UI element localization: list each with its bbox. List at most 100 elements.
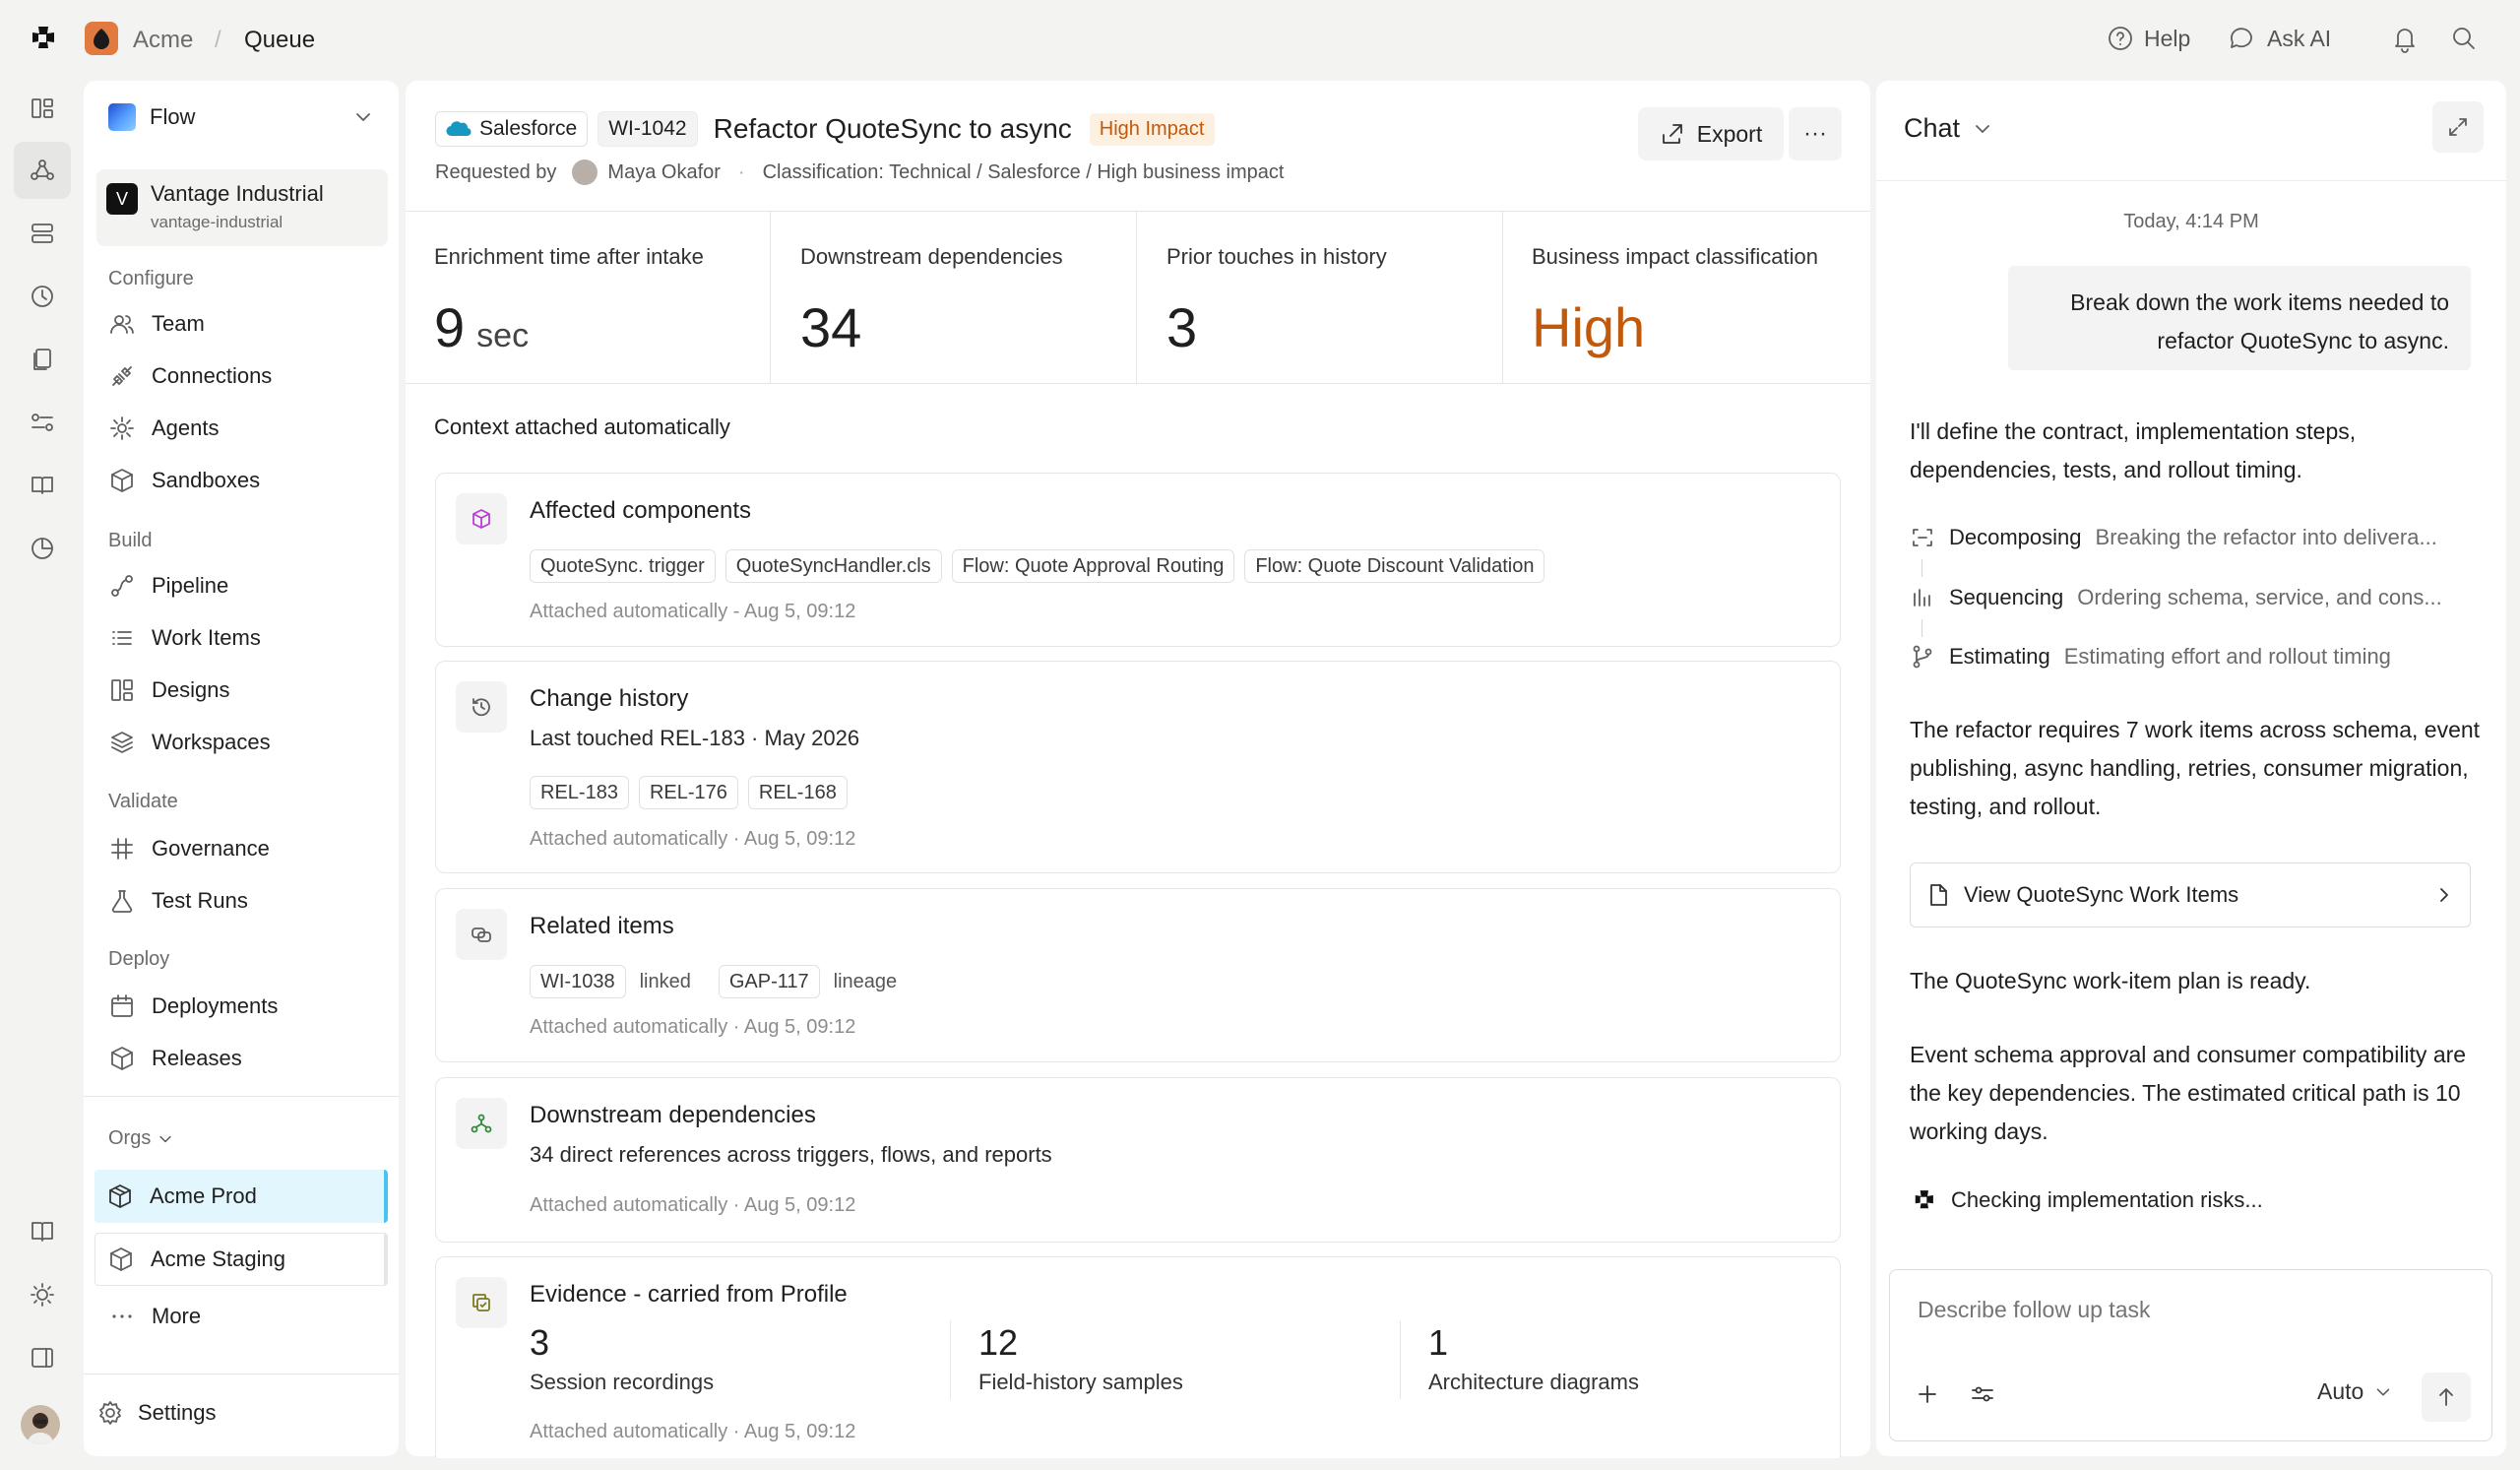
flow-selector[interactable]: Flow [96,96,386,138]
chevron-down-icon [356,113,370,121]
sidebar-item-connections[interactable]: Connections [96,353,382,399]
source-chip[interactable]: Salesforce [435,111,589,147]
org-item-acme-staging[interactable]: Acme Staging [94,1233,388,1286]
list-icon [112,631,132,645]
chat-title-dropdown[interactable]: Chat [1904,113,1993,144]
more-options-button[interactable]: ··· [1789,107,1842,160]
metric-impact: High [1532,296,1646,358]
calendar-icon [111,994,133,1017]
breadcrumb-current[interactable]: Queue [244,27,315,54]
release-chip[interactable]: REL-168 [747,776,848,809]
divider [1136,211,1137,383]
component-chip[interactable]: QuoteSync. trigger [530,549,716,583]
requester-name[interactable]: Maya Okafor [607,161,720,184]
sidebar-item-workspaces[interactable]: Workspaces [96,720,382,765]
evidence-copy-icon [456,1277,507,1328]
card-evidence: Evidence - carried from Profile 3 Sessio… [435,1256,1841,1458]
sidebar-item-more[interactable]: More [96,1294,382,1339]
rail-book-icon[interactable] [26,469,59,502]
rail-servers-icon[interactable] [26,217,59,250]
follow-up-input[interactable] [1918,1290,2469,1329]
card-related-items: Related items WI-1038 linked GAP-117 lin… [435,888,1841,1062]
metric-downstream: 34 [800,296,862,358]
divider [406,211,1870,212]
nav-section-build: Build [108,530,153,551]
rail-flow-icon[interactable] [14,142,71,199]
rail-history-icon[interactable] [26,280,59,313]
search-icon[interactable] [2450,25,2478,52]
org-item-acme-prod[interactable]: Acme Prod [94,1170,388,1223]
user-avatar[interactable] [21,1405,60,1444]
workspace-name: Vantage Industrial [151,181,324,206]
component-chip[interactable]: Flow: Quote Discount Validation [1244,549,1545,583]
arrow-up-icon [2439,1388,2453,1406]
sidebar-item-deployments[interactable]: Deployments [96,984,382,1029]
component-chips: QuoteSync. trigger QuoteSyncHandler.cls … [530,549,1545,583]
attached-meta: Attached automatically · Aug 5, 09:12 [530,828,856,850]
impact-badge: High Impact [1089,112,1215,146]
rail-settings-list-icon[interactable] [26,406,59,439]
related-chip[interactable]: WI-1038 [530,965,626,998]
sidebar-item-work-items[interactable]: Work Items [96,615,382,661]
workspace-initial-badge: V [106,183,138,215]
cube-icon [111,469,133,492]
sidebar-item-team[interactable]: Team [96,301,382,347]
breadcrumb-org[interactable]: Acme [133,27,193,54]
metric-prior-touches: 3 [1166,296,1198,358]
settings-button[interactable]: Settings [96,1390,217,1436]
chevron-right-icon [2440,888,2448,902]
request-meta: Requested by Maya Okafor · Classificatio… [435,160,1284,185]
related-chip[interactable]: GAP-117 [718,965,820,998]
pipeline-icon [111,575,133,597]
rail-theme-icon[interactable] [26,1278,59,1311]
app-logo-icon[interactable] [26,22,59,55]
org-avatar-icon[interactable] [85,22,118,55]
help-icon [2109,27,2132,50]
chevron-down-icon [1976,124,1989,133]
send-button[interactable] [2422,1373,2471,1422]
mode-selector[interactable]: Auto [2317,1378,2393,1405]
rail-dashboard-icon[interactable] [26,92,59,125]
add-attachment-icon[interactable] [1914,1380,1941,1408]
expand-button[interactable] [2432,101,2484,153]
evidence-stat-label: Architecture diagrams [1428,1370,1639,1394]
card-subtitle: 34 direct references across triggers, fl… [530,1142,1052,1167]
sidebar-item-pipeline[interactable]: Pipeline [96,563,382,608]
sidebar-item-governance[interactable]: Governance [96,826,382,871]
card-title: Downstream dependencies [530,1102,816,1128]
workspace-selector[interactable]: V Vantage Industrial vantage-industrial [96,169,388,246]
component-chip[interactable]: Flow: Quote Approval Routing [951,549,1235,583]
nav-section-configure: Configure [108,268,194,289]
layers-icon [111,732,133,753]
rail-copy-icon[interactable] [26,343,59,376]
related-chips: WI-1038 linked GAP-117 lineage [530,965,897,998]
orgs-toggle[interactable]: Orgs [108,1127,174,1150]
help-button[interactable]: Help [2107,25,2190,52]
card-title: Related items [530,913,674,939]
release-chip[interactable]: REL-176 [638,776,738,809]
sliders-icon[interactable] [1969,1380,1996,1408]
export-button[interactable]: Export [1638,107,1784,160]
notifications-icon[interactable] [2391,25,2419,54]
bars-icon [1914,589,1930,607]
evidence-stat-value: 1 [1428,1322,1449,1363]
sidebar-item-releases[interactable]: Releases [96,1036,382,1081]
release-chip[interactable]: REL-183 [530,776,629,809]
sidebar-item-designs[interactable]: Designs [96,668,382,713]
view-work-items-link[interactable]: View QuoteSync Work Items [1910,863,2471,927]
sidebar-item-agents[interactable]: Agents [96,406,382,451]
ask-ai-button[interactable]: Ask AI [2228,25,2331,52]
assistant-message: The refactor requires 7 work items acros… [1910,717,2481,819]
branch-icon [1913,645,1932,669]
rail-panel-toggle-icon[interactable] [26,1341,59,1374]
card-change-history: Change history Last touched REL-183 · Ma… [435,661,1841,873]
more-dots-icon [112,1314,132,1318]
scan-icon [1913,529,1932,546]
work-item-id: WI-1042 [598,111,698,147]
sidebar-item-sandboxes[interactable]: Sandboxes [96,458,382,503]
card-title: Change history [530,685,689,712]
rail-chart-icon[interactable] [26,532,59,565]
component-chip[interactable]: QuoteSyncHandler.cls [724,549,942,583]
rail-docs-icon[interactable] [26,1215,59,1248]
sidebar-item-test-runs[interactable]: Test Runs [96,878,382,924]
